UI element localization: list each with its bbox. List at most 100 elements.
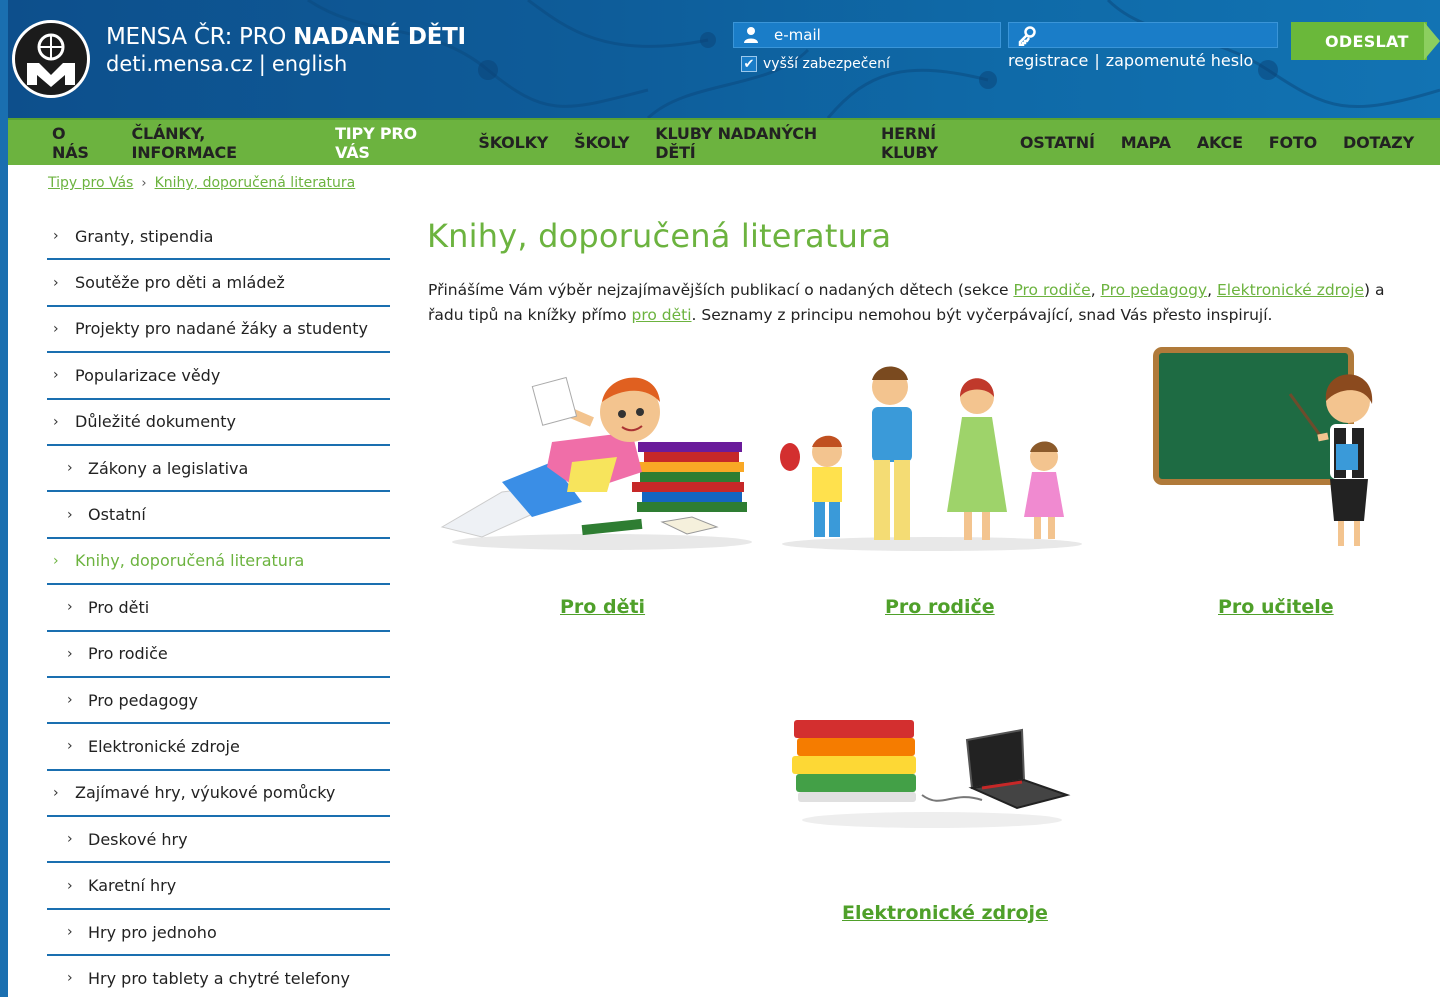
sidebar-item-souteze[interactable]: › Soutěže pro děti a mládež	[47, 260, 390, 307]
breadcrumb: Tipy pro Vás › Knihy, doporučená literat…	[48, 175, 355, 191]
sidebar-item-label: Karetní hry	[88, 876, 177, 896]
secure-label: vyšší zabezpečení	[763, 56, 890, 72]
nav-item-dotazy[interactable]: DOTAZY	[1343, 133, 1414, 152]
chevron-right-icon: ›	[67, 506, 73, 523]
teacher-image[interactable]	[1150, 346, 1390, 556]
submit-arrow-icon	[1424, 22, 1440, 60]
sidebar-item-pro-deti[interactable]: › Pro děti	[47, 585, 390, 632]
sidebar-item-label: Pro rodiče	[88, 644, 168, 664]
sidebar-item-elektronicke[interactable]: › Elektronické zdroje	[47, 724, 390, 771]
check-icon[interactable]: ✔	[741, 56, 757, 72]
intro-text: ,	[1207, 281, 1217, 299]
chevron-right-icon: ›	[67, 599, 73, 616]
key-icon	[1017, 26, 1037, 50]
sidebar-item-dokumenty[interactable]: › Důležité dokumenty	[47, 400, 390, 446]
password-input[interactable]	[1045, 25, 1270, 45]
chevron-right-icon: ›	[53, 552, 59, 569]
submit-button[interactable]: ODESLAT	[1291, 22, 1427, 60]
separator: |	[1094, 51, 1100, 70]
email-field-wrapper	[733, 22, 1001, 48]
sidebar-item-label: Ostatní	[88, 505, 146, 525]
card-link-pro-deti[interactable]: Pro děti	[560, 596, 645, 618]
forgot-password-link[interactable]: zapomenuté heslo	[1106, 51, 1254, 70]
link-pro-pedagogy[interactable]: Pro pedagogy	[1101, 281, 1208, 299]
sidebar-item-label: Soutěže pro děti a mládež	[75, 273, 285, 293]
sidebar-item-hry[interactable]: › Zajímavé hry, výukové pomůcky	[47, 771, 390, 818]
sidebar-item-jednoho[interactable]: › Hry pro jednoho	[47, 910, 390, 957]
chevron-right-icon: ›	[67, 877, 73, 894]
chevron-right-icon: ›	[67, 738, 73, 755]
sidebar-item-label: Pro děti	[88, 597, 150, 617]
chevron-right-icon: ›	[53, 367, 59, 384]
chevron-right-icon: ›	[53, 784, 59, 801]
nav-item-herni-kluby[interactable]: HERNÍ KLUBY	[881, 124, 994, 162]
nav-item-skolky[interactable]: ŠKOLKY	[478, 133, 548, 152]
email-input[interactable]	[774, 25, 994, 45]
nav-item-mapa[interactable]: MAPA	[1121, 133, 1171, 152]
sidebar-item-label: Projekty pro nadané žáky a studenty	[75, 319, 368, 339]
nav-item-kluby[interactable]: KLUBY NADANÝCH DĚTÍ	[655, 124, 855, 162]
family-image[interactable]	[772, 352, 1092, 552]
nav-item-akce[interactable]: AKCE	[1197, 133, 1243, 152]
card-link-pro-ucitele[interactable]: Pro učitele	[1218, 596, 1334, 618]
sidebar-item-projekty[interactable]: › Projekty pro nadané žáky a studenty	[47, 307, 390, 354]
sidebar-item-popularizace[interactable]: › Popularizace vědy	[47, 353, 390, 400]
separator: |	[258, 52, 266, 76]
link-pro-deti[interactable]: pro děti	[631, 306, 691, 324]
main-nav: O NÁS ČLÁNKY, INFORMACE TIPY PRO VÁS ŠKO…	[8, 118, 1440, 179]
site-title: MENSA ČR: PRO NADANÉ DĚTI	[106, 24, 466, 50]
site-header: MENSA ČR: PRO NADANÉ DĚTI deti.mensa.cz |…	[8, 0, 1440, 118]
sidebar-item-knihy[interactable]: › Knihy, doporučená literatura	[47, 539, 390, 586]
card-link-pro-rodice[interactable]: Pro rodiče	[885, 596, 995, 618]
breadcrumb-tipy[interactable]: Tipy pro Vás	[48, 175, 133, 191]
sidebar-item-pro-pedagogy[interactable]: › Pro pedagogy	[47, 678, 390, 725]
chevron-right-icon: ›	[67, 692, 73, 709]
nav-item-skoly[interactable]: ŠKOLY	[574, 133, 629, 152]
sidebar-item-ostatni[interactable]: › Ostatní	[47, 492, 390, 539]
nav-item-clanky[interactable]: ČLÁNKY, INFORMACE	[131, 124, 309, 162]
books-laptop-image[interactable]	[782, 700, 1082, 850]
intro-text: Přinášíme Vám výběr nejzajímavějších pub…	[428, 281, 1014, 299]
sidebar-item-karetni[interactable]: › Karetní hry	[47, 863, 390, 910]
nav-item-foto[interactable]: FOTO	[1269, 133, 1317, 152]
site-title-prefix: MENSA ČR: PRO	[106, 24, 294, 50]
sidebar-item-granty[interactable]: › Granty, stipendia	[47, 214, 390, 261]
secure-login-option[interactable]: ✔ vyšší zabezpečení	[741, 56, 890, 72]
intro-text: . Seznamy z principu nemohou být vyčerpá…	[691, 306, 1273, 324]
link-pro-rodice[interactable]: Pro rodiče	[1013, 281, 1090, 299]
chevron-right-icon: ›	[53, 413, 59, 430]
sidebar-item-label: Elektronické zdroje	[88, 736, 240, 756]
sidebar-item-label: Důležité dokumenty	[75, 412, 236, 432]
chevron-right-icon: ›	[67, 831, 73, 848]
chevron-right-icon: ›	[141, 175, 147, 191]
nav-item-o-nas[interactable]: O NÁS	[52, 124, 105, 162]
sidebar-item-label: Hry pro jednoho	[88, 922, 217, 942]
sidebar: › Granty, stipendia › Soutěže pro děti a m…	[47, 214, 390, 997]
nav-item-ostatni[interactable]: OSTATNÍ	[1020, 133, 1095, 152]
chevron-right-icon: ›	[67, 924, 73, 941]
chevron-right-icon: ›	[53, 320, 59, 337]
link-elektronicke-zdroje[interactable]: Elektronické zdroje	[1217, 281, 1364, 299]
sidebar-item-label: Zákony a legislativa	[88, 458, 249, 478]
register-link[interactable]: registrace	[1008, 51, 1088, 70]
sidebar-item-deskove[interactable]: › Deskové hry	[47, 817, 390, 864]
chevron-right-icon: ›	[53, 228, 59, 245]
sidebar-item-zakony[interactable]: › Zákony a legislativa	[47, 446, 390, 493]
page-title: Knihy, doporučená literatura	[427, 217, 892, 255]
sidebar-item-pro-rodice[interactable]: › Pro rodiče	[47, 632, 390, 678]
sidebar-item-label: Popularizace vědy	[75, 365, 221, 385]
mensa-logo-icon[interactable]	[12, 20, 90, 98]
breadcrumb-knihy[interactable]: Knihy, doporučená literatura	[155, 175, 356, 191]
left-accent-strip	[0, 0, 8, 997]
nav-item-tipy[interactable]: TIPY PRO VÁS	[335, 124, 452, 179]
sidebar-item-tablety[interactable]: › Hry pro tablety a chytré telefony	[47, 956, 390, 997]
card-link-elektronicke-zdroje[interactable]: Elektronické zdroje	[842, 902, 1048, 924]
intro-paragraph: Přinášíme Vám výběr nejzajímavějších pub…	[428, 278, 1413, 328]
sidebar-item-label: Granty, stipendia	[75, 226, 214, 246]
english-link[interactable]: english	[272, 52, 347, 76]
chevron-right-icon: ›	[67, 645, 73, 662]
domain-link[interactable]: deti.mensa.cz	[106, 52, 253, 76]
chevron-right-icon: ›	[53, 274, 59, 291]
boy-reading-image[interactable]	[432, 352, 754, 552]
sidebar-item-label: Deskové hry	[88, 829, 188, 849]
